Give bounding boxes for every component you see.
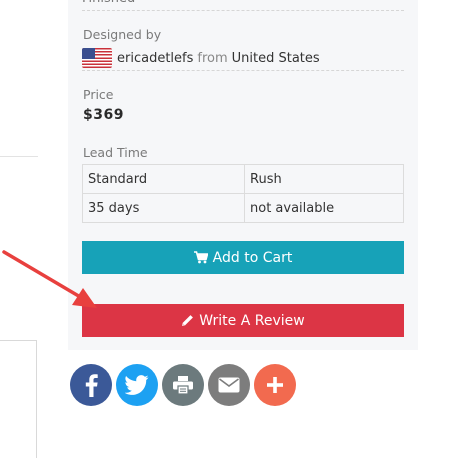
price-label: Price [83,87,114,102]
write-review-button[interactable]: Write A Review [82,304,404,337]
more-share-icon[interactable] [254,364,296,406]
share-icon-row [70,364,296,406]
lead-time-table: Standard Rush 35 days not available [82,164,404,223]
lead-time-label: Lead Time [83,145,148,160]
finish-field-value: Finished [82,0,404,11]
designer-row: ericadetlefs from United States [82,46,404,71]
from-label: from [197,50,228,66]
facebook-share-icon[interactable] [70,364,112,406]
email-share-icon[interactable] [208,364,250,406]
designed-by-label: Designed by [83,27,162,42]
twitter-share-icon[interactable] [116,364,158,406]
print-share-icon[interactable] [162,364,204,406]
left-content-box [0,340,37,458]
designer-name-link[interactable]: ericadetlefs [117,51,193,66]
price-value: $369 [83,107,124,123]
annotation-arrow-icon [2,250,97,308]
us-flag-icon [82,48,112,68]
left-divider [0,156,38,157]
product-sidebar-page: Finished Designed by ericadetlefs from U… [0,0,469,458]
table-cell: Rush [244,164,404,194]
table-row: Standard Rush [82,164,404,194]
table-row: 35 days not available [82,193,404,223]
pencil-icon [181,314,194,327]
table-cell: 35 days [82,193,245,223]
add-to-cart-button[interactable]: Add to Cart [82,241,404,274]
write-review-label: Write A Review [199,312,305,329]
cart-icon [193,251,208,264]
table-cell: Standard [82,164,245,194]
table-cell: not available [244,193,404,223]
designer-country: United States [231,50,320,66]
add-to-cart-label: Add to Cart [212,249,293,266]
